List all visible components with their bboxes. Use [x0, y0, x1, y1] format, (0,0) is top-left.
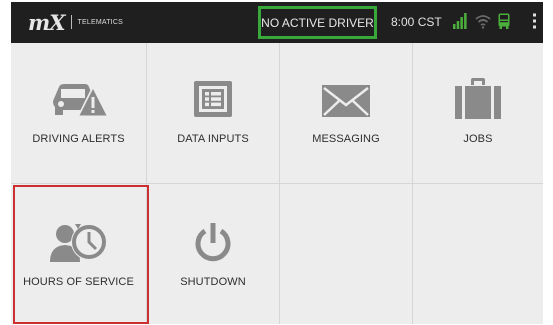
- tile-label: DRIVING ALERTS: [32, 133, 125, 145]
- briefcase-icon: [455, 78, 501, 119]
- mix-telematics-logo: mX TELEMATICS: [28, 8, 123, 36]
- bus-icon: [498, 13, 510, 29]
- status-bar: mX TELEMATICS NO ACTIVE DRIVER 8:00 CST: [11, 2, 543, 43]
- hours-of-service-icon: [49, 224, 107, 262]
- tile-empty: [413, 184, 543, 324]
- grid-divider: [11, 183, 543, 184]
- signal-bars-icon: [453, 13, 467, 29]
- overflow-menu-icon[interactable]: [532, 13, 537, 29]
- driver-status-label: NO ACTIVE DRIVER: [261, 15, 374, 30]
- logo-text: TELEMATICS: [77, 18, 123, 26]
- wifi-icon: [475, 15, 491, 29]
- status-icons: [451, 13, 541, 31]
- tile-label: DATA INPUTS: [177, 133, 249, 145]
- tile-driving-alerts[interactable]: DRIVING ALERTS: [11, 43, 146, 183]
- tile-hours-of-service[interactable]: HOURS OF SERVICE: [11, 184, 146, 324]
- driving-alert-icon: [52, 84, 109, 117]
- tile-label: MESSAGING: [312, 133, 380, 145]
- device-screen: mX TELEMATICS NO ACTIVE DRIVER 8:00 CST: [11, 2, 543, 324]
- envelope-icon: [322, 85, 370, 117]
- clock: 8:00 CST: [391, 15, 442, 29]
- tile-empty: [280, 184, 412, 324]
- logo-divider: [70, 15, 72, 29]
- app-grid: DRIVING ALERTS DATA INPUTS MESSAGING JOB…: [11, 43, 543, 324]
- data-inputs-icon: [194, 81, 232, 117]
- logo-mark: mX: [28, 9, 66, 35]
- tile-label: SHUTDOWN: [180, 276, 246, 288]
- tile-label: JOBS: [463, 133, 493, 145]
- tile-data-inputs[interactable]: DATA INPUTS: [147, 43, 279, 183]
- tile-jobs[interactable]: JOBS: [413, 43, 543, 183]
- tile-messaging[interactable]: MESSAGING: [280, 43, 412, 183]
- tile-shutdown[interactable]: SHUTDOWN: [147, 184, 279, 324]
- power-icon: [195, 223, 231, 262]
- tile-label: HOURS OF SERVICE: [23, 276, 134, 288]
- driver-status-button[interactable]: NO ACTIVE DRIVER: [258, 6, 377, 39]
